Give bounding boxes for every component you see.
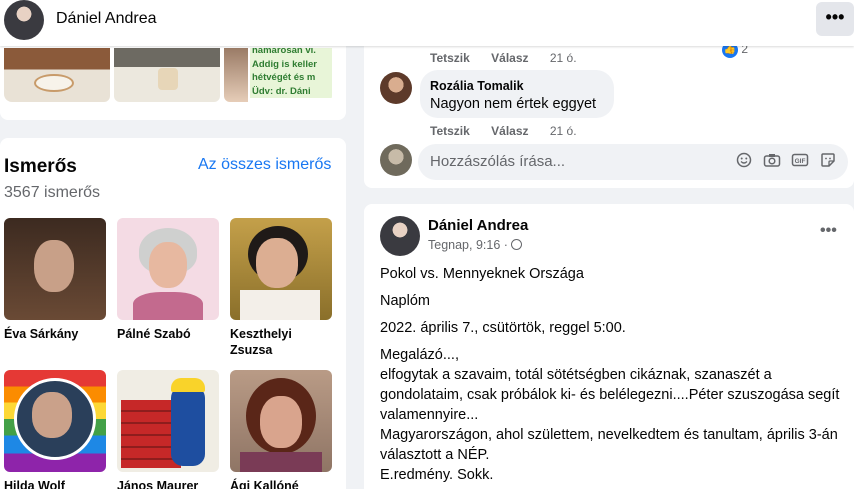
photo-content: [34, 74, 74, 92]
profile-avatar[interactable]: [4, 0, 44, 40]
friend-photo[interactable]: [4, 218, 106, 320]
sticker-icon[interactable]: [818, 152, 838, 172]
photo-text-line: Üdv: dr. Dáni: [252, 85, 311, 97]
like-link[interactable]: Tetszik: [430, 124, 470, 138]
photo-thumbnail[interactable]: [114, 48, 220, 102]
friend-name[interactable]: Hilda Wolf: [4, 478, 106, 489]
profile-name[interactable]: Dániel Andrea: [56, 10, 157, 28]
like-link[interactable]: Tetszik: [430, 51, 470, 65]
post-paragraph: Megalázó..., elfogytak a szavaim, totál …: [380, 347, 840, 483]
comment-actions: Tetszik Válasz 21 ó.: [430, 51, 595, 65]
photo-content: [158, 68, 178, 90]
photo-thumbnail[interactable]: hamarosan vi. Addig is keller hétvégét é…: [224, 48, 332, 102]
post-card: Dániel Andrea Tegnap, 9:16 · ••• Pokol v…: [364, 204, 854, 489]
friend-photo[interactable]: [117, 218, 219, 320]
friend-photo-hat: [171, 378, 205, 392]
friend-photo-body: [133, 292, 203, 320]
post-paragraph: Naplóm: [380, 293, 430, 309]
friend-photo-face: [32, 392, 72, 438]
friend-tile[interactable]: Éva Sárkány: [4, 218, 106, 342]
gif-icon[interactable]: GIF: [790, 152, 810, 172]
friend-photo[interactable]: [4, 370, 106, 472]
current-user-avatar[interactable]: [380, 144, 412, 176]
reply-link[interactable]: Válasz: [491, 51, 528, 65]
friend-photo[interactable]: [230, 218, 332, 320]
post-author-name[interactable]: Dániel Andrea: [428, 217, 528, 234]
friend-tile[interactable]: Ági Kallóné: [230, 370, 332, 489]
svg-text:GIF: GIF: [795, 158, 806, 165]
friend-photo[interactable]: [117, 370, 219, 472]
commenter-avatar[interactable]: [380, 72, 412, 104]
profile-header-bar: Dániel Andrea •••: [0, 0, 854, 46]
comments-card: Tetszik Válasz 21 ó. 👍 2 Rozália Tomalik…: [364, 28, 854, 188]
post-more-options-button[interactable]: •••: [820, 222, 837, 240]
comment-author[interactable]: Rozália Tomalik: [430, 79, 524, 93]
friend-name[interactable]: János Maurer: [117, 478, 219, 489]
friend-photo-face: [260, 396, 302, 448]
friend-tile[interactable]: Hilda Wolf: [4, 370, 106, 489]
friend-name[interactable]: Ági Kallóné: [230, 478, 332, 489]
friend-photo-figure: [171, 386, 205, 466]
friend-photo-face: [256, 238, 298, 288]
camera-icon[interactable]: [762, 152, 782, 172]
comment-time[interactable]: 21 ó.: [550, 51, 577, 65]
comment-actions: Tetszik Válasz 21 ó.: [430, 124, 595, 138]
friend-name[interactable]: Keszthelyi Zsuzsa: [230, 326, 332, 358]
comment-input[interactable]: Hozzászólás írása... GIF: [418, 144, 848, 180]
emoji-icon[interactable]: [734, 152, 754, 172]
post-author-avatar[interactable]: [380, 216, 420, 256]
photo-text-line: hétvégét és m: [252, 72, 316, 83]
friend-tile[interactable]: Keszthelyi Zsuzsa: [230, 218, 332, 358]
post-meta: Tegnap, 9:16 ·: [428, 238, 522, 252]
post-text: Pokol vs. Mennyeknek Országa Naplóm 2022…: [380, 264, 840, 489]
see-all-friends-link[interactable]: Az összes ismerős: [198, 156, 331, 174]
photo-text-line: Addig is keller: [252, 58, 317, 70]
friends-card: Ismerős 3567 ismerős Az összes ismerős É…: [0, 138, 346, 489]
friend-photo-body: [240, 452, 322, 472]
friend-photo-face: [34, 240, 74, 292]
globe-icon: [510, 239, 522, 250]
post-paragraph: 2022. április 7., csütörtök, reggel 5:00…: [380, 320, 626, 336]
more-options-button[interactable]: •••: [816, 2, 854, 36]
comment-time[interactable]: 21 ó.: [550, 124, 577, 138]
comment-text: Nagyon nem értek eggyet: [430, 96, 597, 112]
comment-bubble: Rozália Tomalik Nagyon nem értek eggyet: [420, 70, 614, 118]
friends-count: 3567 ismerős: [4, 184, 101, 201]
post-paragraph: Pokol vs. Mennyeknek Országa: [380, 266, 584, 282]
photo-text-line: hamarosan vi.: [252, 48, 316, 56]
friend-photo-face: [149, 242, 187, 288]
friend-name[interactable]: Éva Sárkány: [4, 326, 106, 342]
friend-name[interactable]: Pálné Szabó: [117, 326, 219, 342]
post-timestamp[interactable]: Tegnap, 9:16 ·: [428, 238, 508, 252]
friend-tile[interactable]: Pálné Szabó: [117, 218, 219, 342]
photo-text: hamarosan vi. Addig is keller hétvégét é…: [250, 48, 332, 98]
friend-photo[interactable]: [230, 370, 332, 472]
friend-photo-body: [240, 290, 320, 320]
photo-content: [224, 48, 248, 102]
friend-tile[interactable]: János Maurer: [117, 370, 219, 489]
photo-thumbnail[interactable]: [4, 48, 110, 102]
friends-title[interactable]: Ismerős: [4, 156, 77, 178]
comment-input-placeholder: Hozzászólás írása...: [430, 153, 566, 170]
reply-link[interactable]: Válasz: [491, 124, 528, 138]
